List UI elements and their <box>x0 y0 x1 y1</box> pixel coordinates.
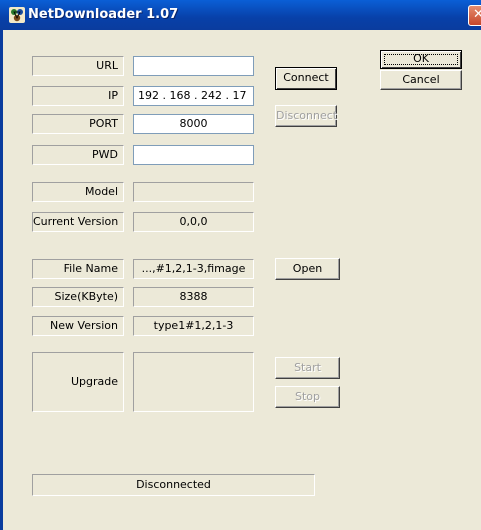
size-value: 8388 <box>133 287 254 307</box>
open-button-label: Open <box>292 262 323 275</box>
title-bar[interactable]: NetDownloader 1.07 ✕ <box>0 0 481 30</box>
ip-address-field[interactable]: 192 . 168 . 242 . 17 <box>133 86 254 106</box>
window-title: NetDownloader 1.07 <box>28 7 179 22</box>
close-icon: ✕ <box>473 7 481 22</box>
cancel-button-label: Cancel <box>402 73 440 86</box>
open-button[interactable]: Open <box>275 258 340 280</box>
port-input[interactable]: 8000 <box>133 114 254 134</box>
disconnect-button-label: Disconnect <box>276 109 338 122</box>
disconnect-button[interactable]: Disconnect <box>275 105 337 127</box>
ok-button-label: OK <box>413 52 429 65</box>
port-label: PORT <box>32 114 124 134</box>
size-label: Size(KByte) <box>32 287 124 307</box>
url-input[interactable] <box>133 56 254 76</box>
status-bar: Disconnected <box>32 474 315 496</box>
cancel-button[interactable]: Cancel <box>380 70 462 90</box>
upgrade-progress-area <box>133 352 254 412</box>
stop-button[interactable]: Stop <box>275 386 340 408</box>
new-version-value: type1#1,2,1-3 <box>133 316 254 336</box>
stop-button-label: Stop <box>294 390 320 403</box>
model-label: Model <box>32 182 124 202</box>
ok-button[interactable]: OK <box>380 50 462 69</box>
file-name-label: File Name <box>32 259 124 279</box>
connect-button[interactable]: Connect <box>275 67 337 90</box>
connect-button-label: Connect <box>283 71 329 84</box>
new-version-label: New Version <box>32 316 124 336</box>
current-version-value: 0,0,0 <box>133 212 254 232</box>
url-label: URL <box>32 56 124 76</box>
close-button[interactable]: ✕ <box>468 5 481 26</box>
start-button[interactable]: Start <box>275 357 340 379</box>
network-app-icon <box>9 7 25 23</box>
ip-label: IP <box>32 86 124 106</box>
pwd-label: PWD <box>32 145 124 165</box>
current-version-label: Current Version <box>32 212 124 232</box>
model-value <box>133 182 254 202</box>
start-button-label: Start <box>294 361 321 374</box>
upgrade-label: Upgrade <box>32 352 124 412</box>
window-frame-left <box>0 30 3 530</box>
password-input[interactable] <box>133 145 254 165</box>
file-name-value: ...,#1,2,1-3,fimage <box>133 259 254 279</box>
